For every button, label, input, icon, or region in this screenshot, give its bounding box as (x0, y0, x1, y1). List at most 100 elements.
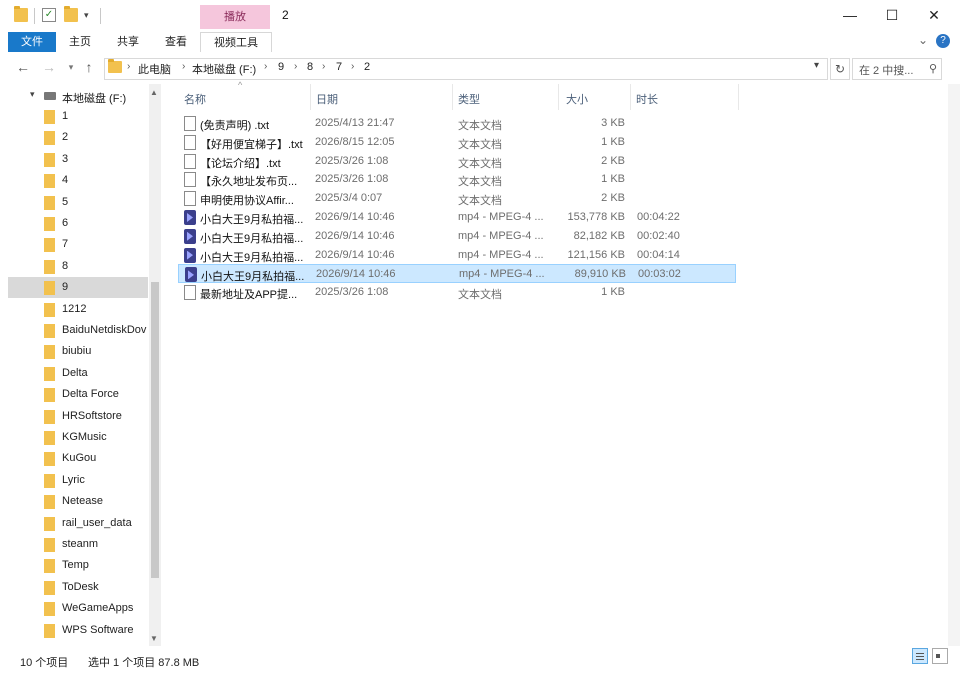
scroll-down-icon[interactable]: ▼ (150, 634, 158, 643)
maximize-button[interactable]: ☐ (872, 4, 912, 26)
column-header-duration[interactable]: 时长 (636, 91, 658, 107)
column-header-date[interactable]: 日期 (316, 91, 338, 107)
properties-icon[interactable]: ✓ (42, 8, 56, 22)
file-row[interactable]: 小白大王9月私拍福... 2026/9/14 10:46 mp4 - MPEG-4 … (178, 264, 736, 284)
tree-item-folder[interactable]: rail_user_data (8, 513, 148, 534)
breadcrumb-folder-8[interactable]: 8 (307, 61, 313, 73)
file-size: 121,156 KB (567, 248, 626, 261)
tree-item-folder[interactable]: HRSoftstore (8, 406, 148, 427)
tab-view[interactable]: 查看 (158, 32, 194, 52)
folder-icon (44, 580, 55, 595)
tree-item-folder[interactable]: Temp (8, 555, 148, 576)
help-icon[interactable]: ? (936, 34, 950, 48)
column-divider[interactable] (310, 84, 311, 110)
file-size: 89,910 KB (574, 268, 626, 281)
column-divider[interactable] (738, 84, 739, 110)
file-row[interactable]: 【好用便宜梯子】.txt 2026/8/15 12:05 文本文档 1 KB (178, 133, 736, 152)
expand-arrow-icon[interactable]: ▾ (30, 89, 35, 100)
search-input[interactable]: 在 2 中搜... ⚲ (852, 58, 942, 80)
tree-item-folder[interactable]: Lyric (8, 470, 148, 491)
minimize-button[interactable]: — (830, 4, 870, 26)
tree-item-folder[interactable]: Delta (8, 363, 148, 384)
breadcrumb-folder-7[interactable]: 7 (336, 61, 342, 73)
file-row[interactable]: (免责声明) .txt 2025/4/13 21:47 文本文档 3 KB (178, 114, 736, 133)
file-name: 【论坛介绍】.txt (200, 157, 281, 170)
tree-item-folder[interactable]: KuGou (8, 448, 148, 469)
tree-item-label: WPS Software (62, 623, 134, 636)
tree-item-label: BaiduNetdiskDov (62, 324, 147, 336)
breadcrumb-drive[interactable]: 本地磁盘 (F:) (192, 61, 256, 77)
large-icons-view-button[interactable] (932, 648, 948, 664)
breadcrumb-separator-icon[interactable]: › (127, 61, 130, 72)
tree-item-drive[interactable]: ▾ 本地磁盘 (F:) (8, 86, 148, 106)
breadcrumb-separator-icon[interactable]: › (351, 61, 354, 72)
close-button[interactable]: ✕ (914, 4, 954, 26)
search-icon[interactable]: ⚲ (929, 62, 937, 75)
file-row[interactable]: 小白大王9月私拍福... 2026/9/14 10:46 mp4 - MPEG-4 … (178, 208, 736, 227)
tree-item-folder[interactable]: 5 (8, 192, 148, 213)
tree-item-folder[interactable]: steanm (8, 534, 148, 555)
column-divider[interactable] (630, 84, 631, 110)
nav-pane-scroll-thumb[interactable] (151, 282, 159, 578)
forward-arrow-icon[interactable]: → (40, 59, 58, 75)
refresh-icon[interactable]: ↻ (830, 58, 850, 80)
breadcrumb-separator-icon[interactable]: › (294, 61, 297, 72)
tree-item-folder[interactable]: KGMusic (8, 427, 148, 448)
tab-home[interactable]: 主页 (62, 32, 98, 52)
tree-item-folder[interactable]: 2 (8, 127, 148, 148)
column-header-type[interactable]: 类型 (458, 91, 480, 107)
breadcrumb-separator-icon[interactable]: › (322, 61, 325, 72)
tree-item-folder[interactable]: 7 (8, 234, 148, 255)
chevron-down-icon[interactable]: ▾ (84, 10, 89, 21)
column-header-name[interactable]: 名称 (184, 91, 206, 107)
new-folder-icon[interactable] (64, 6, 78, 22)
file-row[interactable]: 【永久地址发布页... 2025/3/26 1:08 文本文档 1 KB (178, 170, 736, 189)
tree-item-folder[interactable]: 1 (8, 106, 148, 127)
recent-locations-icon[interactable]: ▾ (62, 62, 80, 73)
tree-item-folder[interactable]: 4 (8, 170, 148, 191)
file-row[interactable]: 申明使用协议Affir... 2025/3/4 0:07 文本文档 2 KB (178, 189, 736, 208)
file-row[interactable]: 小白大王9月私拍福... 2026/9/14 10:46 mp4 - MPEG-4 … (178, 246, 736, 265)
file-duration: 00:04:22 (637, 211, 680, 223)
breadcrumb-folder-9[interactable]: 9 (278, 61, 284, 73)
breadcrumb-folder-2[interactable]: 2 (364, 61, 370, 73)
tree-item-folder[interactable]: 9 (8, 277, 148, 299)
details-view-button[interactable] (912, 648, 928, 664)
file-row[interactable]: 小白大王9月私拍福... 2026/9/14 10:46 mp4 - MPEG-4 … (178, 227, 736, 246)
tree-item-folder[interactable]: 3 (8, 149, 148, 170)
video-file-icon (185, 267, 197, 283)
file-name: 申明使用协议Affir... (200, 195, 294, 208)
tab-share[interactable]: 共享 (110, 32, 146, 52)
breadcrumb-separator-icon[interactable]: › (264, 61, 267, 72)
tree-item-folder[interactable]: WPS Software (8, 620, 148, 641)
breadcrumb-separator-icon[interactable]: › (182, 61, 185, 72)
column-header-size[interactable]: 大小 (566, 91, 588, 107)
file-list-scrollbar[interactable] (948, 84, 960, 646)
context-tab-play[interactable]: 播放 (200, 5, 270, 29)
tree-item-folder[interactable]: 6 (8, 213, 148, 234)
column-divider[interactable] (452, 84, 453, 110)
file-date: 2025/4/13 21:47 (315, 117, 395, 129)
chevron-down-icon[interactable]: ▾ (814, 60, 819, 71)
up-arrow-icon[interactable]: ↑ (80, 59, 98, 75)
text-file-icon (184, 134, 196, 150)
file-row[interactable]: 【论坛介绍】.txt 2025/3/26 1:08 文本文档 2 KB (178, 152, 736, 171)
tree-item-folder[interactable]: 1212 (8, 299, 148, 320)
tree-item-folder[interactable]: biubiu (8, 341, 148, 362)
tab-video-tools[interactable]: 视频工具 (200, 32, 272, 53)
file-name: 小白大王9月私拍福... (200, 232, 304, 245)
breadcrumb-this-pc[interactable]: 此电脑 (138, 61, 171, 77)
tree-item-folder[interactable]: ToDesk (8, 577, 148, 598)
scroll-up-icon[interactable]: ▲ (150, 88, 158, 97)
tree-item-folder[interactable]: Delta Force (8, 384, 148, 405)
tab-file[interactable]: 文件 (8, 32, 56, 52)
tree-item-folder[interactable]: 8 (8, 256, 148, 277)
tree-item-folder[interactable]: WeGameApps (8, 598, 148, 619)
ribbon-collapse-icon[interactable]: ⌄ (918, 33, 928, 47)
tree-item-folder[interactable]: Netease (8, 491, 148, 512)
tree-item-label: WeGameApps (62, 602, 134, 615)
file-row[interactable]: 最新地址及APP提... 2025/3/26 1:08 文本文档 1 KB (178, 283, 736, 302)
back-arrow-icon[interactable]: ← (14, 59, 32, 75)
column-divider[interactable] (558, 84, 559, 110)
tree-item-folder[interactable]: BaiduNetdiskDov (8, 320, 148, 341)
